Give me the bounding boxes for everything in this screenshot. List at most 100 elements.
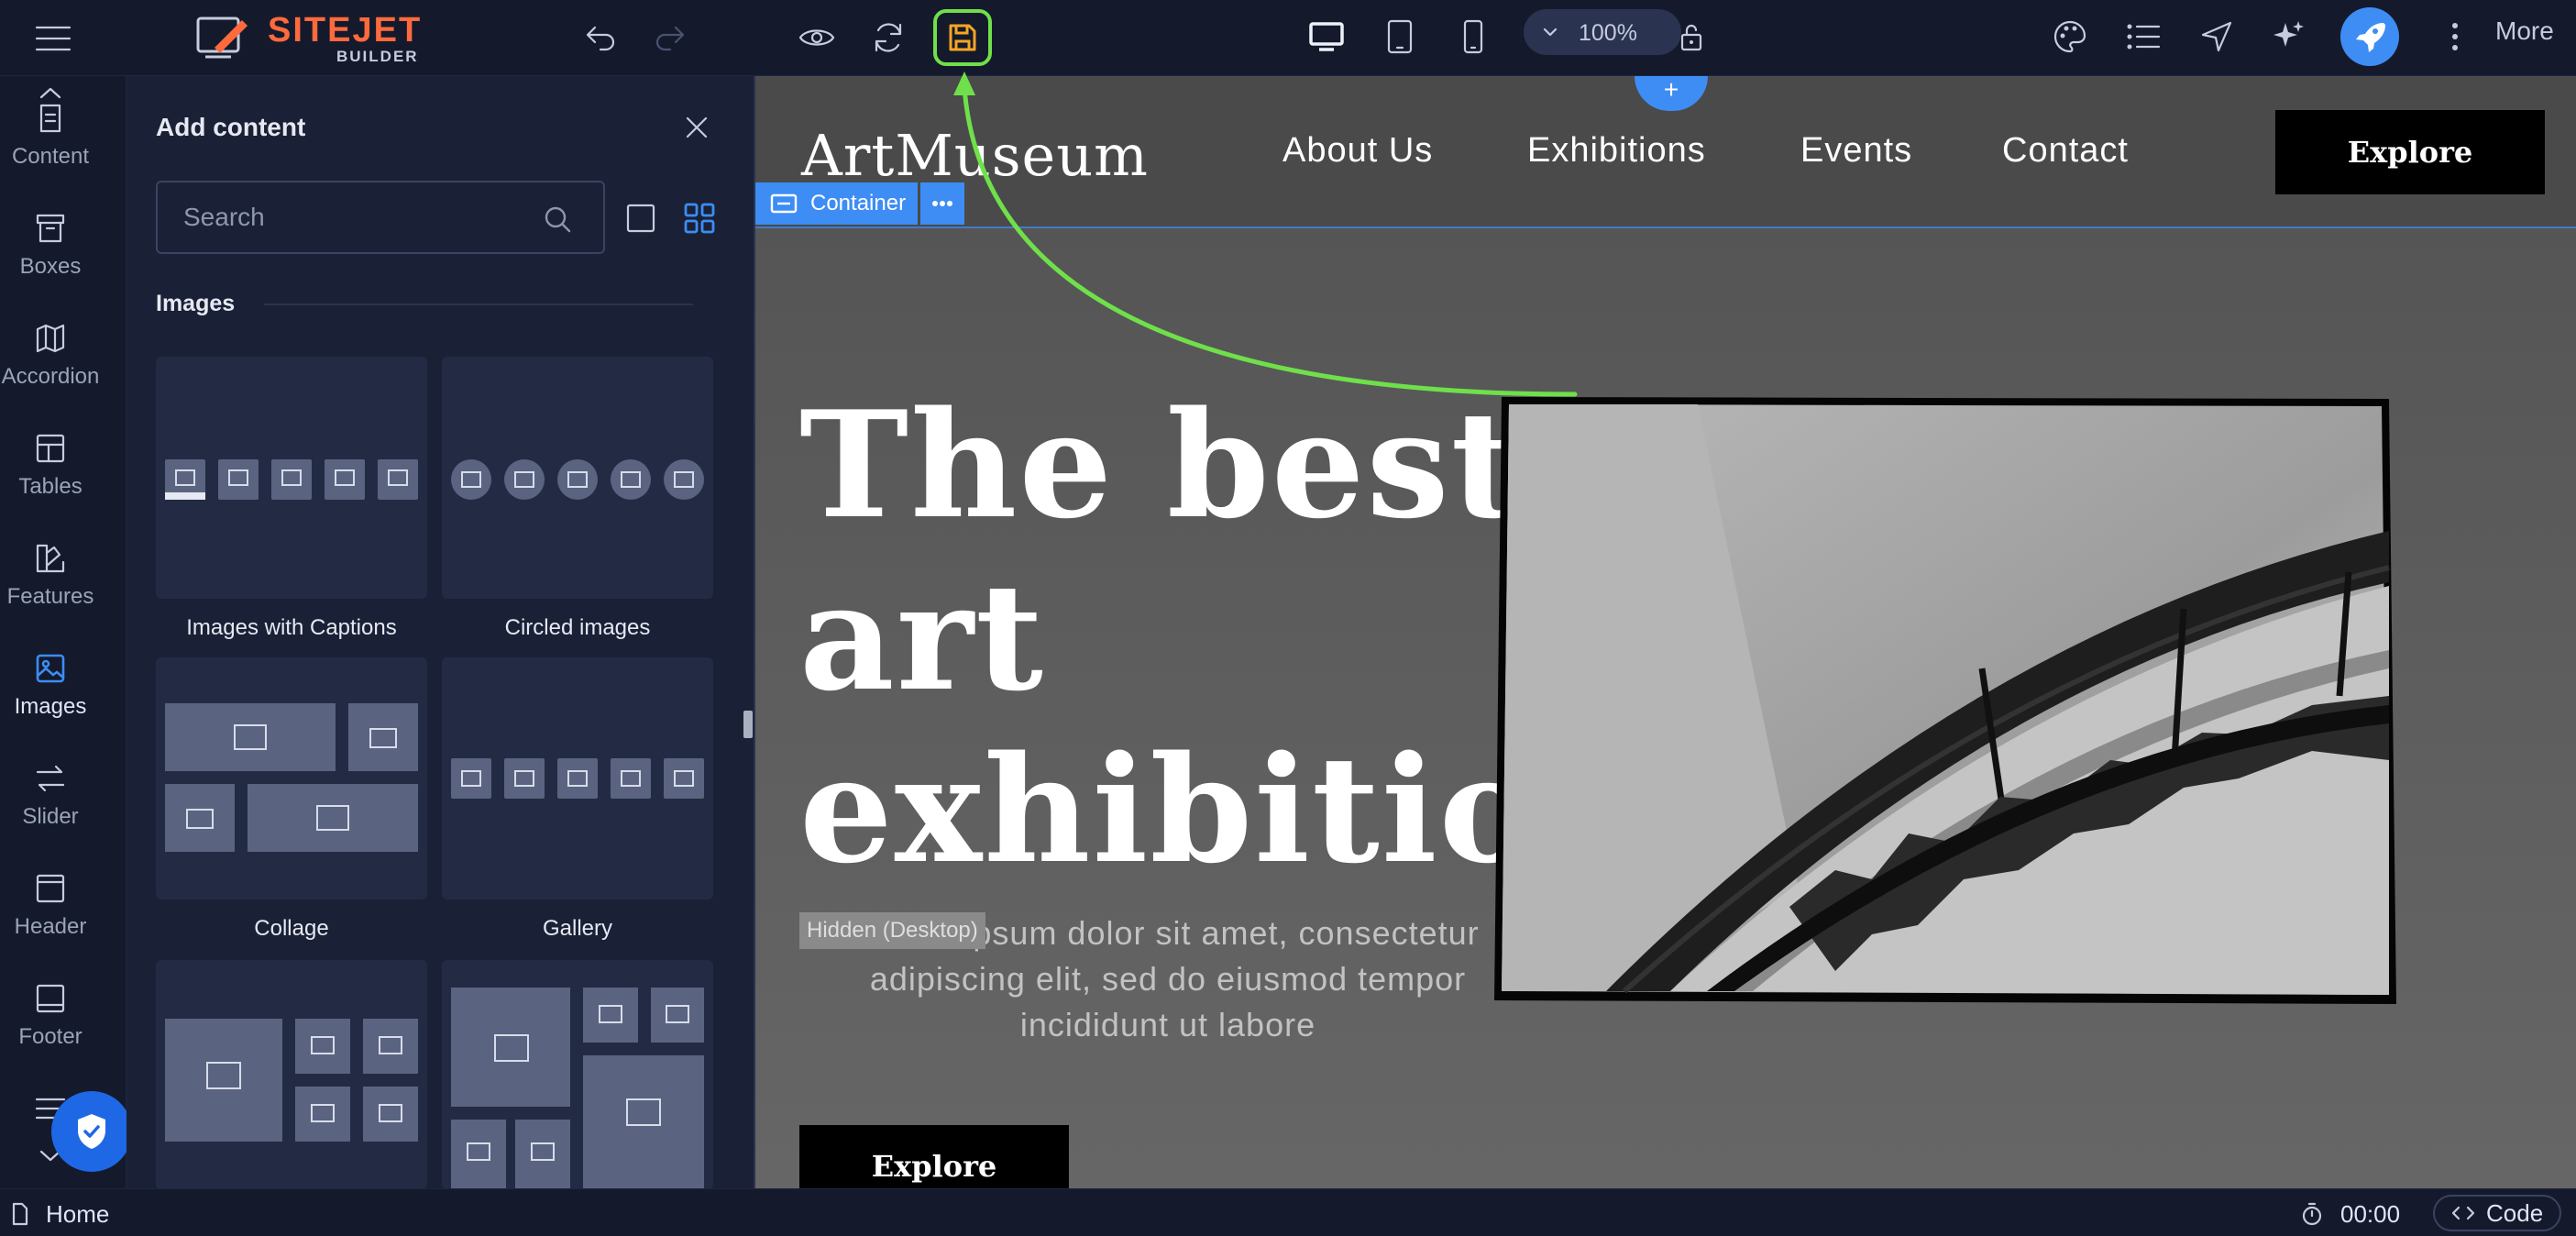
header-layout-icon [36,874,65,903]
top-toolbar: SITEJET BUILDER 100% More [0,0,2576,76]
hero-artwork-image[interactable] [1487,393,2404,1017]
collage-preview-icon [165,703,418,852]
nav-exhibitions[interactable]: Exhibitions [1527,131,1706,171]
image-mosaic-preview-icon [451,988,704,1189]
mobile-view-icon[interactable] [1448,11,1498,62]
page-file-icon [12,1202,28,1226]
panel-resize-handle[interactable] [743,711,753,738]
table-icon [36,434,65,463]
features-swatch-icon [36,544,65,573]
images-with-captions-card[interactable] [156,357,427,599]
category-label: Features [6,584,94,609]
card-label: Gallery [542,916,613,941]
logo-text: SITEJET [268,11,423,50]
footer-layout-icon [36,984,65,1013]
palette-icon[interactable] [2044,11,2096,62]
current-page-label[interactable]: Home [46,1200,109,1229]
container-label: Container [810,191,907,215]
timer-value: 00:00 [2340,1200,2401,1228]
security-shield-button[interactable] [51,1091,132,1172]
section-divider [264,303,693,305]
nav-events[interactable]: Events [1800,131,1912,171]
category-label: Header [14,914,87,939]
publish-rocket-button[interactable] [2340,7,2399,66]
image-mosaic-card[interactable] [442,960,713,1189]
category-label: Footer [18,1024,83,1049]
circled-images-card[interactable] [442,357,713,599]
shield-check-icon [78,1114,105,1149]
category-tables[interactable]: Tables [0,432,101,542]
image-icon [36,654,65,683]
zoom-dropdown[interactable]: 100% [1524,9,1681,55]
tablet-view-icon[interactable] [1375,11,1425,62]
more-label[interactable]: More [2495,17,2554,46]
chevron-down-icon [1543,28,1558,37]
category-boxes[interactable]: Boxes [0,212,101,322]
single-view-icon[interactable] [618,195,664,241]
nav-explore-button[interactable]: Explore [2275,110,2545,194]
selection-outline [755,226,2576,228]
website-canvas: + ArtMuseum About Us Exhibitions Events … [755,76,2576,1188]
images-with-captions-preview-icon [165,459,418,500]
hero-explore-button[interactable]: Explore [799,1125,1069,1188]
nav-contact[interactable]: Contact [2002,131,2129,171]
logo-mark-icon [196,17,248,59]
category-label: Slider [22,804,79,829]
container-icon [770,193,798,214]
subtext-line: adipiscing elit, sed do eiusmod tempor [869,960,1467,998]
code-button[interactable]: Code [2433,1195,2561,1231]
search-icon[interactable] [537,199,578,239]
list-structure-icon[interactable] [2118,11,2169,62]
code-label: Code [2486,1198,2544,1227]
status-bar: Home 00:00 Code [0,1188,2576,1236]
element-category-bar: Content Boxes Accordion Tables Features … [0,76,127,1188]
content-icon [39,104,61,133]
more-horizontal-icon [932,201,952,206]
card-label: Images with Captions [186,615,397,640]
container-options-button[interactable] [920,182,964,225]
close-icon[interactable] [677,107,717,148]
add-content-panel: Add content Images Images with Captions … [127,76,755,1189]
gallery-card[interactable] [442,657,713,899]
code-brackets-icon [2451,1206,2475,1220]
redo-icon[interactable] [645,13,695,62]
rocket-icon [2356,23,2385,52]
subtext-line: incididunt ut labore [1019,1006,1316,1043]
refresh-icon[interactable] [864,13,913,62]
category-header[interactable]: Header [0,872,101,982]
collage-card[interactable] [156,657,427,899]
category-footer[interactable]: Footer [0,982,101,1092]
hidden-desktop-badge: Hidden (Desktop) [799,912,985,949]
sitejet-logo: SITEJET BUILDER [194,6,420,72]
image-grid-card[interactable] [156,960,427,1189]
category-accordion[interactable]: Accordion [0,322,101,432]
panel-title: Add content [156,113,306,141]
hamburger-menu-icon[interactable] [28,17,79,61]
site-logo[interactable]: ArtMuseum [801,122,1149,189]
scroll-up-chevron-icon[interactable] [32,83,69,102]
preview-eye-icon[interactable] [792,13,842,62]
logo-subtext: BUILDER [336,48,419,65]
category-images[interactable]: Images [0,652,101,762]
category-content[interactable]: Content [0,102,101,212]
navigation-arrow-icon[interactable] [2191,11,2242,62]
nav-about-us[interactable]: About Us [1282,131,1433,171]
grid-view-icon[interactable] [677,195,722,241]
container-label-tag[interactable]: Container [755,182,918,225]
category-label: Accordion [1,364,100,389]
zoom-value: 100% [1579,20,1637,46]
lock-icon[interactable] [1667,13,1716,62]
circled-images-preview-icon [451,459,704,500]
undo-icon[interactable] [576,13,625,62]
desktop-view-icon[interactable] [1302,11,1351,62]
category-label: Boxes [19,254,82,279]
category-features[interactable]: Features [0,542,101,652]
section-title: Images [156,291,236,316]
gallery-preview-icon [451,758,704,799]
category-slider[interactable]: Slider [0,762,101,872]
ai-sparkle-icon[interactable] [2262,11,2314,62]
accordion-icon [36,324,65,353]
save-icon[interactable] [933,9,992,66]
card-label: Collage [254,916,329,941]
slider-arrows-icon [36,765,65,792]
